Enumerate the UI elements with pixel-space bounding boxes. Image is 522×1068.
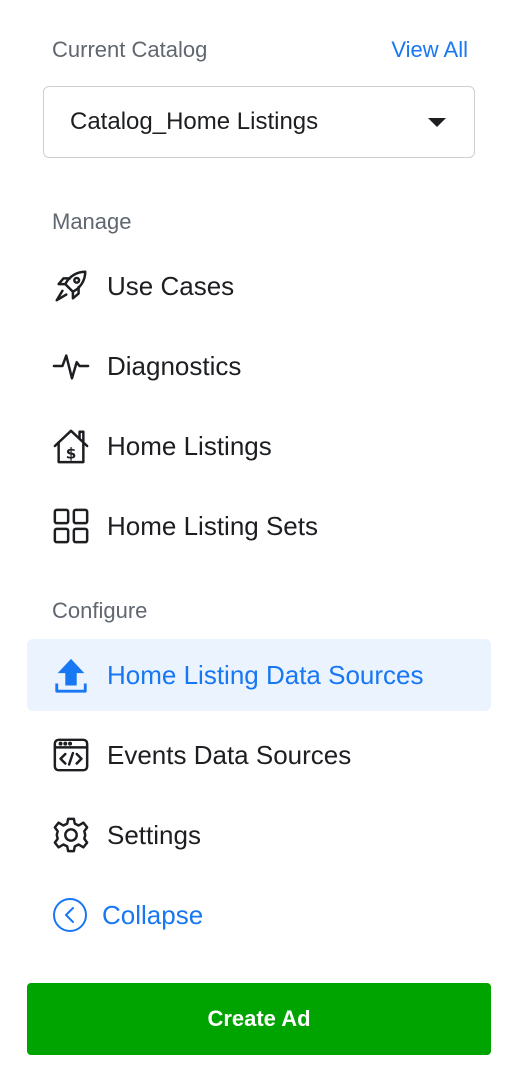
svg-text:$: $ bbox=[66, 444, 77, 462]
collapse-label: Collapse bbox=[102, 899, 204, 930]
catalog-sidebar: Current Catalog View All Catalog_Home Li… bbox=[0, 0, 522, 1068]
catalog-header: Current Catalog View All bbox=[52, 36, 468, 64]
house-dollar-icon: $ bbox=[51, 426, 91, 466]
nav-item-events-data-sources[interactable]: Events Data Sources bbox=[27, 719, 491, 791]
manage-section-label: Manage bbox=[52, 209, 132, 234]
pulse-icon bbox=[51, 346, 91, 386]
view-all-link[interactable]: View All bbox=[391, 37, 468, 63]
nav-item-home-listing-data-sources[interactable]: Home Listing Data Sources bbox=[27, 639, 491, 711]
grid-icon bbox=[51, 506, 91, 546]
nav-item-label: Home Listing Data Sources bbox=[107, 659, 424, 690]
nav-item-use-cases[interactable]: Use Cases bbox=[27, 250, 491, 322]
nav-item-label: Diagnostics bbox=[107, 350, 242, 381]
nav-item-label: Home Listings bbox=[107, 430, 272, 461]
code-window-icon bbox=[51, 735, 91, 775]
upload-icon bbox=[51, 655, 91, 695]
nav-item-home-listing-sets[interactable]: Home Listing Sets bbox=[27, 490, 491, 562]
current-catalog-heading: Current Catalog bbox=[52, 37, 208, 62]
nav-item-diagnostics[interactable]: Diagnostics bbox=[27, 330, 491, 402]
nav-item-home-listings[interactable]: $ Home Listings bbox=[27, 410, 491, 482]
collapse-button[interactable]: Collapse bbox=[52, 894, 203, 936]
gear-icon bbox=[51, 815, 91, 855]
caret-down-icon bbox=[428, 117, 446, 127]
chevron-left-circle-icon bbox=[53, 898, 87, 932]
catalog-dropdown-value: Catalog_Home Listings bbox=[70, 108, 319, 135]
create-ad-button[interactable]: Create Ad bbox=[27, 983, 491, 1055]
nav-item-label: Events Data Sources bbox=[107, 739, 352, 770]
catalog-dropdown[interactable]: Catalog_Home Listings bbox=[43, 86, 475, 158]
configure-section-label: Configure bbox=[52, 598, 148, 623]
nav-item-settings[interactable]: Settings bbox=[27, 799, 491, 871]
nav-item-label: Home Listing Sets bbox=[107, 510, 318, 541]
rocket-icon bbox=[51, 266, 91, 306]
nav-item-label: Use Cases bbox=[107, 270, 235, 301]
nav-item-label: Settings bbox=[107, 819, 201, 850]
